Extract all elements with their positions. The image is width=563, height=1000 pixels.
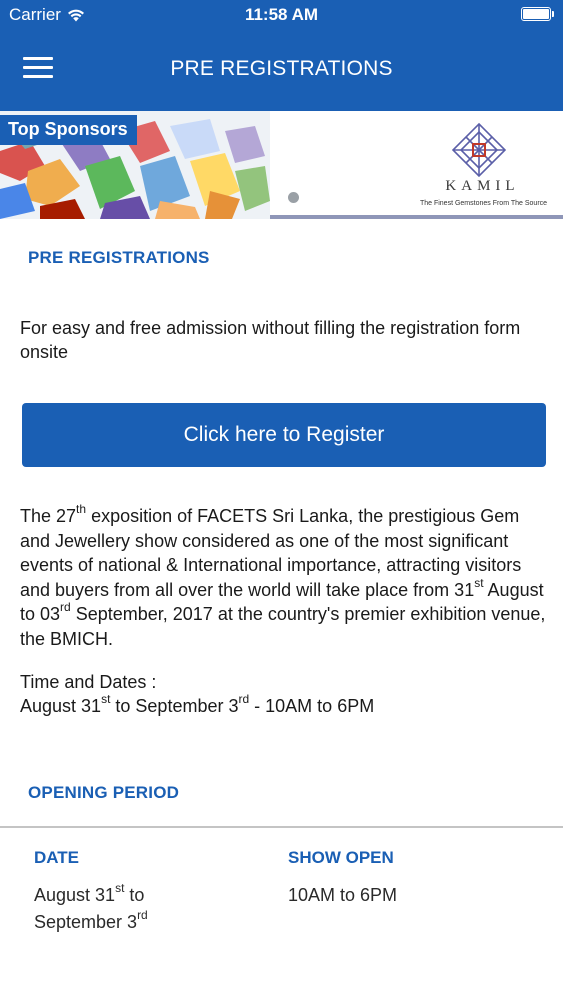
intro-text: For easy and free admission without fill…	[20, 318, 521, 362]
date-column-header: DATE	[34, 848, 80, 867]
show-open-value: 10AM to 6PM	[288, 885, 398, 905]
carousel-page-indicator[interactable]	[288, 192, 299, 203]
status-bar: Carrier 11:58 AM	[0, 0, 563, 28]
sponsor-banner[interactable]: Top Sponsors KAMIL The Finest Gemstones …	[0, 111, 563, 223]
sponsor-name: KAMIL	[445, 178, 520, 194]
kamil-logo-icon	[451, 122, 507, 178]
time-dates-label: Time and Dates :	[20, 672, 157, 692]
top-bar: Carrier 11:58 AM PRE REGISTRATIONS	[0, 0, 563, 111]
status-time: 11:58 AM	[244, 5, 319, 24]
show-open-column-header: SHOW OPEN	[288, 848, 394, 867]
page-title: PRE REGISTRATIONS	[170, 57, 393, 80]
sponsor-tagline: The Finest Gemstones From The Source	[419, 200, 548, 207]
date-value: August 31st to September 3rd	[34, 881, 148, 932]
pre-registrations-heading: PRE REGISTRATIONS	[28, 248, 210, 267]
banner-underline	[270, 215, 563, 219]
opening-period-heading: OPENING PERIOD	[28, 783, 180, 802]
section-divider	[0, 826, 563, 828]
event-description: The 27th exposition of FACETS Sri Lanka,…	[20, 502, 546, 649]
time-and-dates: Time and Dates : August 31st to Septembe…	[20, 670, 550, 718]
battery-icon	[521, 7, 554, 21]
register-button[interactable]: Click here to Register	[22, 403, 546, 467]
time-dates-value: August 31st to September 3rd - 10AM to 6…	[20, 692, 375, 716]
top-sponsors-label: Top Sponsors	[0, 115, 137, 145]
